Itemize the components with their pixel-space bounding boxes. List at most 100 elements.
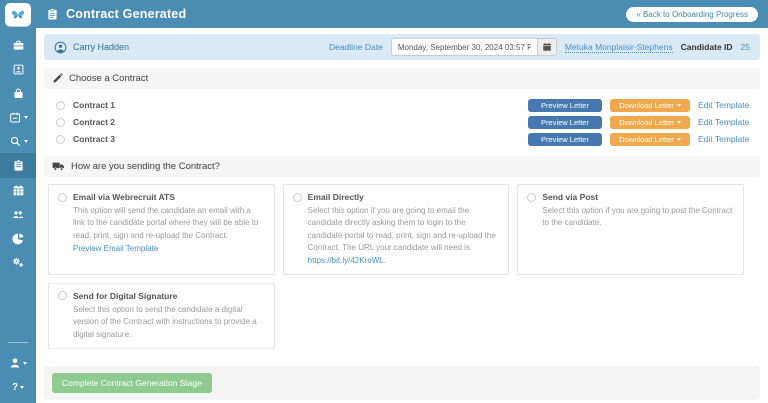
truck-icon — [52, 161, 65, 172]
option-title: Email via Webrecruit ATS — [73, 192, 175, 202]
preview-letter-button[interactable]: Preview Letter — [528, 116, 602, 129]
sidebar-item-onboarding-active[interactable] — [0, 153, 36, 178]
sidebar-help-menu[interactable]: ? — [0, 375, 36, 399]
bag-icon — [12, 87, 25, 100]
preview-email-template-link[interactable]: Preview Email Template — [58, 244, 265, 253]
download-letter-button[interactable]: Download Letter — [610, 133, 690, 146]
back-to-onboarding-button[interactable]: « Back to Onboarding Progress — [626, 7, 758, 22]
clipboard-icon — [12, 159, 25, 172]
contract-label: Contract 2 — [73, 117, 115, 127]
chevron-down-icon — [677, 104, 681, 107]
sidebar-item-calendar[interactable] — [0, 178, 36, 202]
users-icon — [11, 208, 25, 221]
download-letter-button[interactable]: Download Letter — [610, 116, 690, 129]
contract-list: Contract 1 Preview Letter Download Lette… — [44, 89, 760, 154]
address-book-icon — [12, 63, 25, 76]
cogs-icon — [11, 256, 25, 269]
sidebar: ? — [0, 0, 36, 403]
preview-letter-button[interactable]: Preview Letter — [528, 133, 602, 146]
option-title: Send for Digital Signature — [73, 291, 177, 301]
user-circle-icon — [54, 41, 67, 54]
option-card-email-ats: Email via Webrecruit ATS This option wil… — [48, 184, 275, 275]
main-content: Carry Hadden Deadline Date Metuka Monpla… — [36, 28, 768, 403]
calendar-icon — [12, 184, 25, 197]
option-card-email-directly: Email Directly Select this option if you… — [283, 184, 510, 275]
question-icon: ? — [12, 382, 18, 393]
pencil-icon — [52, 73, 63, 84]
recruiter-link[interactable]: Metuka Monplaisir-Stephens — [565, 42, 673, 53]
calendar-icon — [542, 42, 552, 52]
chevron-down-icon — [23, 362, 27, 365]
contract-label: Contract 3 — [73, 134, 115, 144]
sidebar-divider — [8, 342, 28, 343]
calendar-dropdown-icon — [9, 111, 22, 124]
candidate-name: Carry Hadden — [73, 42, 129, 52]
contract-row-actions: Preview Letter Download Letter Edit Temp… — [528, 133, 756, 146]
download-letter-button[interactable]: Download Letter — [610, 99, 690, 112]
deadline-date-label: Deadline Date — [329, 42, 383, 52]
sidebar-nav — [0, 33, 36, 274]
sidebar-item-search[interactable] — [0, 129, 36, 153]
chevron-down-icon — [677, 138, 681, 141]
calendar-picker-button[interactable] — [537, 38, 557, 56]
edit-template-link[interactable]: Edit Template — [698, 117, 752, 127]
option-description: Select this option to send the candidate… — [58, 304, 265, 341]
contract-row-actions: Preview Letter Download Letter Edit Temp… — [528, 116, 756, 129]
sidebar-item-candidates[interactable] — [0, 57, 36, 81]
deadline-date-input[interactable] — [391, 38, 537, 56]
choose-contract-header: Choose a Contract — [44, 68, 760, 89]
option-description: Select this option if you are going to p… — [527, 205, 734, 230]
send-option-radio[interactable] — [58, 291, 67, 300]
search-dropdown-icon — [9, 135, 22, 148]
pie-chart-icon — [12, 232, 25, 245]
sending-options-grid: Email via Webrecruit ATS This option wil… — [48, 184, 744, 349]
option-description: This option will send the candidate an e… — [58, 205, 265, 242]
app-logo[interactable] — [5, 3, 31, 26]
chevron-down-icon — [24, 140, 28, 143]
contract-radio[interactable] — [56, 118, 65, 127]
sidebar-item-users[interactable] — [0, 202, 36, 226]
contract-radio[interactable] — [56, 135, 65, 144]
send-option-radio[interactable] — [527, 193, 536, 202]
butterfly-logo-icon — [10, 8, 26, 22]
contract-label: Contract 1 — [73, 100, 115, 110]
user-icon — [9, 357, 21, 369]
briefcase-icon — [12, 39, 25, 52]
send-option-radio[interactable] — [58, 193, 67, 202]
option-card-send-via-post: Send via Post Select this option if you … — [517, 184, 744, 275]
option-description-text: Select this option if you are going to e… — [308, 206, 496, 252]
download-letter-label: Download Letter — [619, 101, 674, 110]
choose-contract-title: Choose a Contract — [69, 73, 148, 84]
option-card-digital-signature: Send for Digital Signature Select this o… — [48, 283, 275, 349]
preview-letter-button[interactable]: Preview Letter — [528, 99, 602, 112]
complete-contract-stage-button[interactable]: Complete Contract Generation Stage — [52, 373, 212, 393]
panel-footer: Complete Contract Generation Stage — [44, 366, 760, 400]
candidate-portal-url-link[interactable]: https://bit.ly/42KroWL — [308, 256, 384, 265]
top-header: Contract Generated « Back to Onboarding … — [36, 0, 768, 28]
contract-radio[interactable] — [56, 101, 65, 110]
page-title: Contract Generated — [66, 7, 186, 21]
sidebar-item-jobs[interactable] — [0, 33, 36, 57]
chevron-down-icon — [677, 121, 681, 124]
sidebar-item-settings[interactable] — [0, 250, 36, 274]
candidate-id-value: 25 — [741, 42, 750, 52]
info-bar-right: Deadline Date Metuka Monplaisir-Stephens… — [329, 38, 750, 56]
sidebar-item-reports[interactable] — [0, 226, 36, 250]
sidebar-item-schedule[interactable] — [0, 105, 36, 129]
edit-template-link[interactable]: Edit Template — [698, 100, 752, 110]
send-option-radio[interactable] — [293, 193, 302, 202]
edit-template-link[interactable]: Edit Template — [698, 134, 752, 144]
sending-section-title: How are you sending the Contract? — [71, 161, 220, 172]
download-letter-label: Download Letter — [619, 118, 674, 127]
chevron-down-icon — [20, 386, 24, 389]
clipboard-icon — [46, 7, 59, 21]
deadline-date-group — [391, 38, 557, 56]
option-description-suffix: . — [384, 256, 386, 265]
candidate-id-label: Candidate ID — [681, 42, 733, 52]
sidebar-bottom: ? — [0, 342, 36, 403]
sidebar-item-vacancies[interactable] — [0, 81, 36, 105]
sidebar-user-menu[interactable] — [0, 351, 36, 375]
option-title: Send via Post — [542, 192, 598, 202]
candidate-info-bar: Carry Hadden Deadline Date Metuka Monpla… — [44, 34, 760, 60]
option-title: Email Directly — [308, 192, 364, 202]
